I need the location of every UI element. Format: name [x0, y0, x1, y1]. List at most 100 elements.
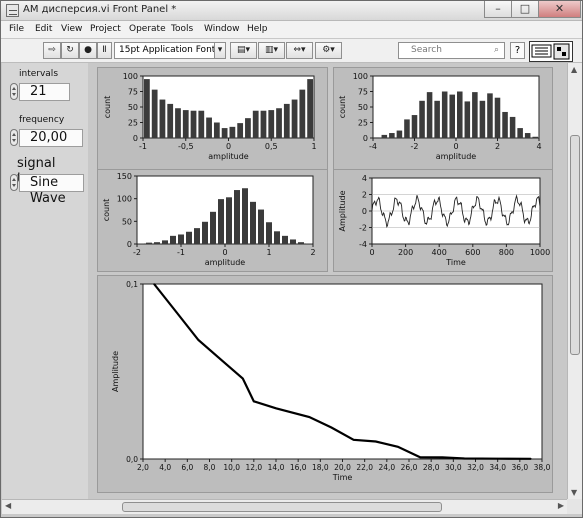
data-point — [441, 456, 444, 459]
y-tick-label: 150 — [117, 172, 132, 181]
histogram-top-right-svg: 0 25 50 75 100 -4 -2 0 2 4 amplitude count — [338, 72, 542, 161]
menu-tools[interactable]: Tools — [171, 24, 193, 34]
histogram-graph-middle-left[interactable]: 0 50 100 150 -2 -1 0 1 2 amplitude count — [97, 169, 328, 272]
menu-help[interactable]: Help — [247, 24, 268, 34]
histogram-bar — [290, 239, 296, 244]
histogram-bar — [381, 134, 388, 138]
abort-execution-icon[interactable]: ● — [79, 42, 97, 59]
histogram-bar — [374, 137, 380, 138]
data-point — [275, 407, 277, 410]
menu-project[interactable]: Project — [90, 24, 121, 34]
x-tick-label: 24,0 — [378, 463, 395, 472]
intervals-input[interactable]: 21 — [19, 83, 70, 101]
scroll-right-icon[interactable]: ▶ — [558, 501, 564, 510]
histogram-bar — [226, 197, 232, 244]
intervals-label: intervals — [19, 69, 59, 79]
x-tick-label: 32,0 — [467, 463, 484, 472]
pause-icon[interactable]: Ⅱ — [97, 42, 112, 59]
x-tick-label: 22,0 — [356, 463, 373, 472]
histogram-bar — [260, 110, 267, 138]
x-tick-label: -4 — [369, 142, 377, 151]
amplitude-time-graph[interactable]: 0,0 0,1 2,0 4,0 6,0 8,0 10,0 12,0 14,0 16,0 18,0 20… — [97, 275, 553, 493]
front-panel-content: intervals 21 frequency 20,00 signal type… — [2, 63, 567, 499]
x-tick-label: 200 — [398, 248, 413, 257]
histogram-bar — [151, 89, 158, 138]
y-axis-label: count — [102, 199, 111, 222]
histogram-bar — [194, 228, 200, 244]
data-point — [308, 416, 311, 418]
font-select[interactable]: 15pt Application Font — [114, 42, 226, 59]
histogram-bar — [206, 117, 212, 138]
scroll-left-icon[interactable]: ◀ — [5, 501, 11, 510]
menu-edit[interactable]: Edit — [35, 24, 52, 34]
frequency-label: frequency — [19, 115, 65, 125]
horizontal-scroll-thumb[interactable] — [122, 502, 442, 512]
intervals-stepper-icon[interactable] — [10, 83, 18, 100]
histogram-bar — [162, 240, 168, 244]
histogram-bar — [396, 130, 403, 138]
histogram-bar — [449, 94, 455, 138]
menu-view[interactable]: View — [61, 24, 82, 34]
histogram-middle-left-svg: 0 50 100 150 -2 -1 0 1 2 amplitude count — [102, 172, 316, 267]
data-point — [397, 445, 399, 448]
y-tick-label: 2 — [362, 191, 367, 200]
help-button[interactable]: ? — [510, 42, 525, 59]
title-bar: AM дисперсия.vi Front Panel * – □ ✕ — [1, 1, 582, 21]
histogram-bar — [167, 103, 174, 138]
histogram-bar — [441, 91, 448, 138]
histogram-graph-top-left[interactable]: 0 25 50 75 100 -1 -0,5 0 0,5 1 amplitude count — [97, 67, 328, 170]
amplitude-time-svg: 0,00,12,0 4,0 6,0 8,0 10,0 12,0 14,0 16,0 18,0 20… — [111, 280, 551, 482]
search-icon[interactable]: ⌕ — [494, 43, 499, 58]
distribute-objects-icon[interactable]: ▥▾ — [258, 42, 285, 59]
histogram-bar — [252, 110, 259, 138]
controls-pane: intervals 21 frequency 20,00 signal type… — [2, 63, 88, 499]
y-tick-label: 100 — [123, 72, 138, 81]
scroll-up-icon[interactable]: ▲ — [571, 65, 577, 74]
vertical-scroll-thumb[interactable] — [570, 135, 580, 355]
frequency-input[interactable]: 20,00 — [19, 129, 83, 147]
histogram-bar — [202, 221, 208, 244]
chevron-down-icon[interactable]: ▾ — [214, 42, 226, 59]
horizontal-scrollbar[interactable]: ◀ ▶ — [2, 499, 567, 514]
histogram-bar — [502, 111, 508, 138]
menu-operate[interactable]: Operate — [129, 24, 166, 34]
y-axis-label: Amplitude — [111, 351, 120, 392]
vi-icon[interactable] — [529, 41, 573, 62]
x-tick-label: 600 — [465, 248, 480, 257]
signal-type-ring-icon[interactable] — [10, 174, 18, 191]
align-objects-icon[interactable]: ▤▾ — [230, 42, 257, 59]
vertical-scrollbar[interactable]: ▲ ▼ — [567, 63, 582, 499]
histogram-graph-top-right[interactable]: 0 25 50 75 100 -4 -2 0 2 4 amplitude count — [333, 67, 553, 170]
x-tick-label: 1 — [266, 248, 271, 257]
x-tick-label: 10,0 — [223, 463, 240, 472]
plot-area — [136, 175, 314, 245]
histogram-bar — [282, 235, 288, 244]
x-tick-label: 16,0 — [290, 463, 307, 472]
resize-objects-icon[interactable]: ⇔▾ — [286, 42, 313, 59]
search-input[interactable]: Search ⌕ — [398, 42, 505, 59]
histogram-bar — [258, 209, 264, 244]
histogram-bar — [472, 92, 478, 138]
y-axis-label: Amplitude — [338, 190, 347, 231]
signal-type-select[interactable]: Sine Wave — [19, 174, 84, 206]
maximize-button[interactable]: □ — [511, 1, 539, 18]
data-point — [419, 456, 421, 459]
reorder-icon[interactable]: ⚙▾ — [315, 42, 342, 59]
scroll-down-icon[interactable]: ▼ — [571, 488, 577, 497]
run-continuously-icon[interactable]: ↻ — [61, 42, 79, 59]
minimize-button[interactable]: – — [484, 1, 512, 18]
x-tick-label: 38,0 — [534, 463, 551, 472]
menu-window[interactable]: Window — [204, 24, 240, 34]
histogram-bar — [218, 199, 224, 244]
histogram-bar — [494, 97, 501, 138]
signal-waveform-svg: -4 -2 0 2 4 0 200 400 600 800 1000 Time Amplitude — [338, 174, 550, 267]
x-tick-label: 1000 — [530, 248, 550, 257]
histogram-bar — [411, 115, 418, 138]
close-button[interactable]: ✕ — [538, 1, 581, 18]
signal-waveform-graph[interactable]: -4 -2 0 2 4 0 200 400 600 800 1000 Time Amplitude — [333, 169, 553, 272]
x-tick-label: 2 — [310, 248, 315, 257]
run-arrow-icon[interactable]: ⇨ — [43, 42, 61, 59]
menu-file[interactable]: File — [9, 24, 24, 34]
histogram-bar — [276, 108, 282, 138]
frequency-stepper-icon[interactable] — [10, 129, 18, 146]
